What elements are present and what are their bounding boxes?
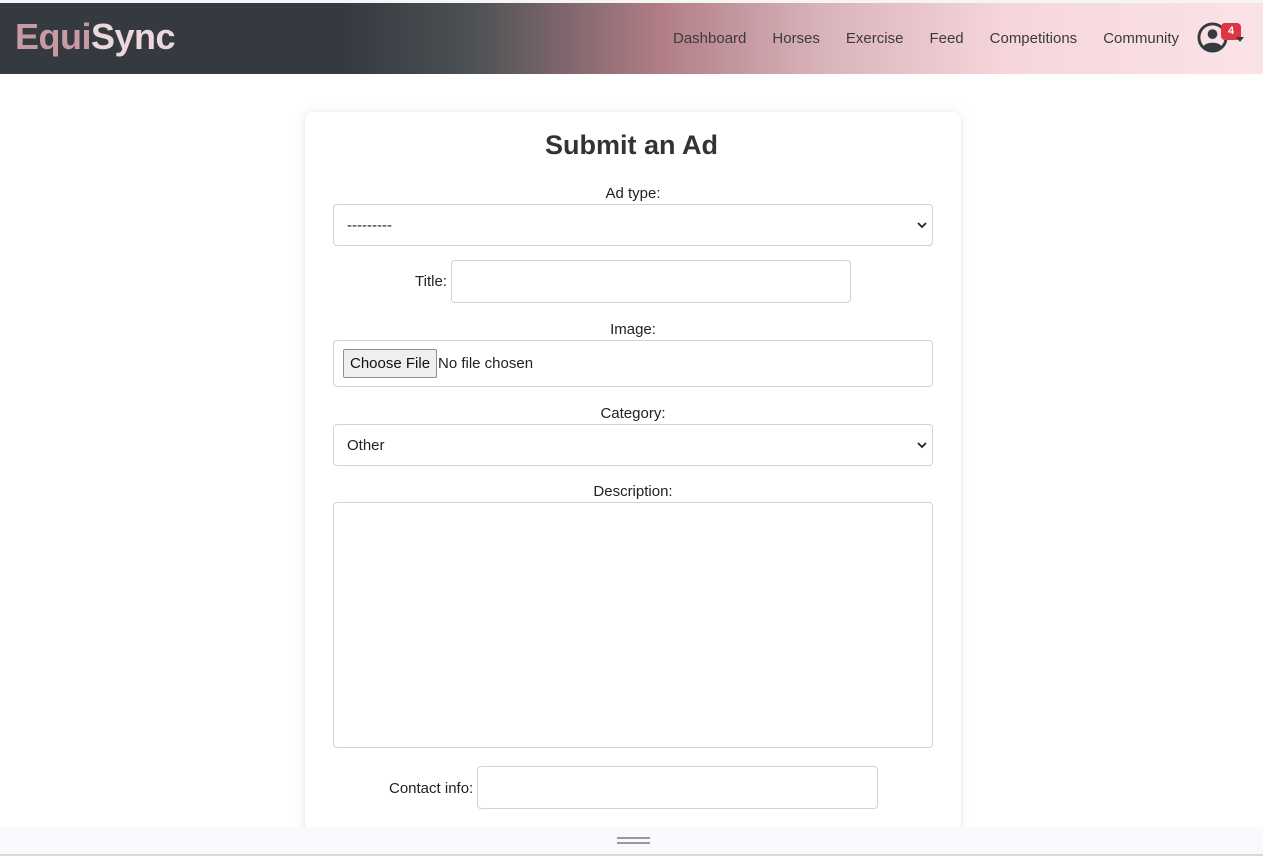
ad-type-label: Ad type: bbox=[605, 185, 661, 202]
category-value: Other bbox=[347, 436, 385, 454]
ad-type-value: --------- bbox=[347, 216, 392, 234]
brand-part-1: Equi bbox=[15, 16, 92, 57]
chevron-down-icon bbox=[1236, 37, 1244, 42]
ad-type-select[interactable]: --------- bbox=[333, 204, 933, 246]
choose-file-button[interactable]: Choose File bbox=[343, 349, 438, 378]
title-input[interactable] bbox=[451, 260, 851, 303]
contact-input[interactable] bbox=[477, 766, 878, 809]
brand-part-2: Sync bbox=[91, 16, 176, 57]
nav-dashboard[interactable]: Dashboard bbox=[660, 30, 759, 47]
file-status-text: No file chosen bbox=[438, 355, 534, 372]
contact-label: Contact info: bbox=[389, 780, 474, 797]
brand-logo[interactable]: EquiSync bbox=[15, 15, 176, 59]
description-textarea[interactable] bbox=[333, 502, 933, 748]
chevron-down-icon bbox=[917, 222, 927, 229]
image-label: Image: bbox=[610, 321, 656, 338]
chevron-down-icon bbox=[917, 442, 927, 449]
drag-handle-icon[interactable] bbox=[617, 837, 650, 846]
nav-horses[interactable]: Horses bbox=[759, 30, 833, 47]
category-label: Category: bbox=[600, 405, 666, 422]
title-label: Title: bbox=[415, 273, 447, 290]
resize-bar bbox=[0, 827, 1263, 856]
page: EquiSync Dashboard Horses Exercise Feed … bbox=[0, 0, 1263, 856]
user-menu[interactable]: 4 bbox=[1197, 22, 1244, 54]
description-label: Description: bbox=[593, 483, 673, 500]
image-file-input: Choose File No file chosen bbox=[333, 340, 933, 387]
category-select[interactable]: Other bbox=[333, 424, 933, 466]
nav-feed[interactable]: Feed bbox=[916, 30, 976, 47]
page-title: Submit an Ad bbox=[545, 130, 718, 160]
nav-exercise[interactable]: Exercise bbox=[833, 30, 917, 47]
nav-competitions[interactable]: Competitions bbox=[977, 30, 1091, 47]
nav-menu: Dashboard Horses Exercise Feed Competiti… bbox=[660, 3, 1192, 74]
nav-community[interactable]: Community bbox=[1090, 30, 1192, 47]
